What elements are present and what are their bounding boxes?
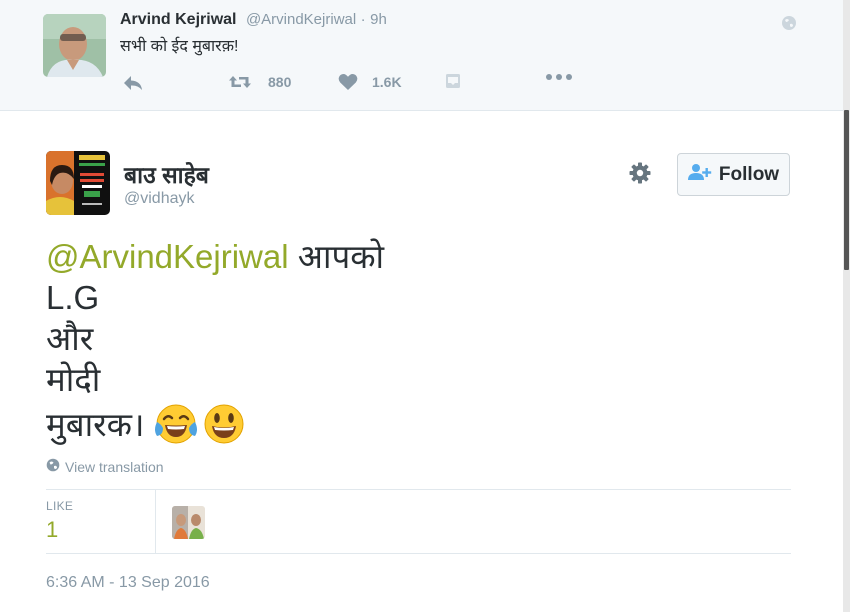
mention-link[interactable]: @ArvindKejriwal xyxy=(46,236,289,277)
liker-avatar[interactable] xyxy=(172,506,205,539)
smiling-face-emoji xyxy=(202,402,246,446)
parent-display-name[interactable]: Arvind Kejriwal xyxy=(120,11,236,28)
like-button[interactable]: 1.6K xyxy=(338,73,402,91)
parent-tweet-text: सभी को ईद मुबारक़! xyxy=(120,38,239,55)
parent-time[interactable]: 9h xyxy=(370,11,387,28)
tweet-text: @ArvindKejriwal आपको L.G और मोदी मुबारक। xyxy=(46,236,384,448)
parent-avatar[interactable] xyxy=(43,14,106,77)
scrollbar-track[interactable] xyxy=(843,0,850,612)
tweet-timestamp[interactable]: 6:36 AM - 13 Sep 2016 xyxy=(46,574,210,592)
parent-handle[interactable]: @ArvindKejriwal xyxy=(246,11,356,28)
more-icon xyxy=(546,73,572,81)
follow-label: Follow xyxy=(718,163,780,185)
follow-user-icon xyxy=(687,163,712,186)
view-translation-link[interactable]: View translation xyxy=(46,458,164,475)
tweet-line-5-row: मुबारक। xyxy=(46,400,384,448)
author-handle[interactable]: @vidhayk xyxy=(124,190,195,208)
scrollbar-thumb[interactable] xyxy=(844,110,849,270)
direct-message-button[interactable] xyxy=(445,73,461,89)
likes-label[interactable]: LIKE xyxy=(46,499,73,513)
parent-header: Arvind Kejriwal @ArvindKejriwal · 9h xyxy=(120,11,387,29)
tweet-line-1-text: आपको xyxy=(288,238,385,275)
retweet-button[interactable]: 880 xyxy=(228,73,291,91)
globe-icon xyxy=(46,458,60,475)
globe-icon xyxy=(781,15,797,31)
tweet-line-5: मुबारक। xyxy=(46,405,145,443)
tweet-line-2: L.G xyxy=(46,279,100,316)
stats-divider-vertical xyxy=(155,489,156,553)
reply-icon xyxy=(122,73,144,93)
direct-message-icon xyxy=(445,73,461,89)
retweet-count: 880 xyxy=(268,74,292,90)
more-button[interactable] xyxy=(546,73,572,81)
gear-icon xyxy=(628,161,652,190)
author-avatar[interactable] xyxy=(46,151,110,215)
tears-of-joy-emoji xyxy=(154,402,198,446)
parent-tweet[interactable]: Arvind Kejriwal @ArvindKejriwal · 9h सभी… xyxy=(0,0,843,111)
like-count: 1.6K xyxy=(372,74,402,90)
tweet-line-4: मोदी xyxy=(46,361,101,398)
stats-divider-bottom xyxy=(46,553,791,554)
author-display-name[interactable]: बाउ साहेब xyxy=(124,158,209,190)
retweet-icon xyxy=(228,73,252,91)
likes-count[interactable]: 1 xyxy=(46,517,58,543)
tweet-page: Arvind Kejriwal @ArvindKejriwal · 9h सभी… xyxy=(0,0,850,612)
heart-icon xyxy=(338,73,358,91)
settings-button[interactable] xyxy=(625,160,655,190)
stats-divider-top xyxy=(46,489,791,490)
separator-dot: · xyxy=(360,11,366,28)
reply-button[interactable] xyxy=(122,73,144,93)
tweet-line-1: @ArvindKejriwal आपको xyxy=(46,236,384,277)
tweet-line-3: और xyxy=(46,320,94,357)
follow-button[interactable]: Follow xyxy=(677,153,790,196)
view-translation-label: View translation xyxy=(65,458,164,475)
